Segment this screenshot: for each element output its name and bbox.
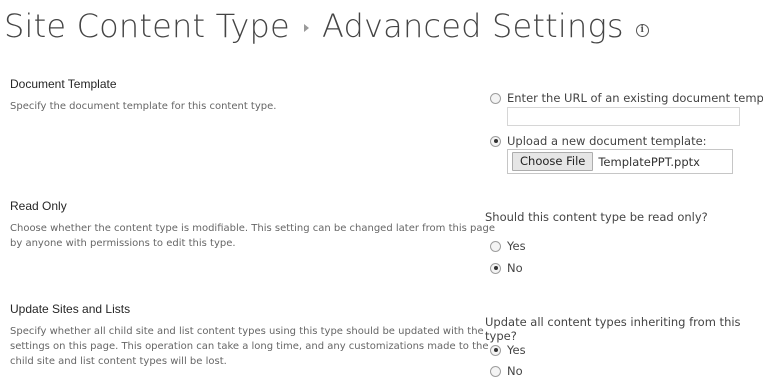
- choose-file-button[interactable]: Choose File: [512, 152, 594, 171]
- read-only-yes-radio[interactable]: [490, 240, 501, 252]
- update-sites-question: Update all content types inheriting from…: [485, 315, 741, 343]
- upload-template-label: Upload a new document template:: [507, 134, 707, 148]
- document-template-description: Specify the document template for this c…: [10, 101, 277, 112]
- read-only-question: Should this content type be read only?: [485, 210, 708, 224]
- update-sites-title: Update Sites and Lists: [10, 302, 131, 316]
- page-header: Site Content Type Advanced Settings i: [4, 2, 649, 50]
- template-url-input[interactable]: [507, 107, 740, 126]
- update-sites-description-line3: child site and list content types will b…: [10, 356, 227, 367]
- read-only-description-line1: Choose whether the content type is modif…: [10, 223, 495, 234]
- update-sites-description-line2: settings on this page. This operation ca…: [10, 341, 489, 352]
- update-no-label: No: [507, 364, 523, 378]
- info-icon[interactable]: i: [635, 23, 649, 37]
- update-sites-description-line1: Specify whether all child site and list …: [10, 326, 484, 337]
- radio-row-upload-template[interactable]: Upload a new document template:: [490, 134, 707, 148]
- radio-row-read-only-yes[interactable]: Yes: [490, 239, 526, 253]
- read-only-no-radio[interactable]: [490, 262, 501, 274]
- breadcrumb-parent[interactable]: Site Content Type: [4, 7, 290, 45]
- read-only-description-line2: by anyone with permissions to edit this …: [10, 238, 236, 249]
- read-only-no-label: No: [507, 261, 523, 275]
- breadcrumb-separator-icon: [303, 24, 309, 32]
- update-yes-radio[interactable]: [490, 344, 501, 356]
- file-upload-field[interactable]: Choose File TemplatePPT.pptx: [507, 149, 733, 174]
- selected-file-name: TemplatePPT.pptx: [598, 154, 700, 169]
- radio-row-url-template[interactable]: Enter the URL of an existing document te…: [490, 91, 763, 105]
- document-template-title: Document Template: [10, 77, 117, 91]
- url-template-label: Enter the URL of an existing document te…: [507, 91, 763, 105]
- update-no-radio[interactable]: [490, 365, 501, 377]
- update-yes-label: Yes: [507, 343, 526, 357]
- radio-row-update-yes[interactable]: Yes: [490, 343, 526, 357]
- page-title: Advanced Settings: [321, 7, 624, 45]
- read-only-title: Read Only: [10, 199, 67, 213]
- upload-template-radio[interactable]: [490, 135, 501, 147]
- radio-row-read-only-no[interactable]: No: [490, 261, 523, 275]
- read-only-yes-label: Yes: [507, 239, 526, 253]
- radio-row-update-no[interactable]: No: [490, 364, 523, 378]
- url-template-radio[interactable]: [490, 92, 501, 104]
